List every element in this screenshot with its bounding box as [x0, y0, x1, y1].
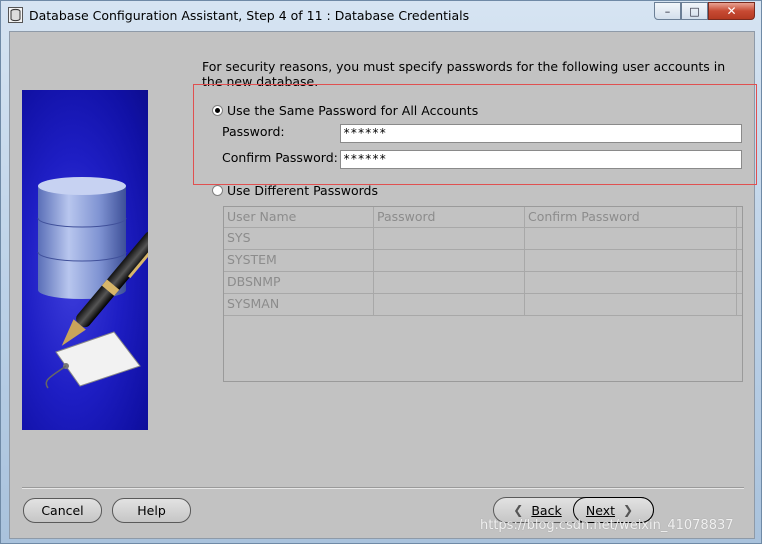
table-row: SYSTEM	[224, 250, 742, 272]
back-label: Back	[531, 502, 562, 518]
password-cell[interactable]	[374, 294, 525, 315]
user-name-cell: DBSNMP	[224, 272, 374, 293]
same-password-option[interactable]: Use the Same Password for All Accounts	[212, 103, 478, 118]
confirm-password-label: Confirm Password:	[222, 150, 338, 165]
database-pen-illustration	[22, 90, 148, 430]
table-row: SYS	[224, 228, 742, 250]
close-button[interactable]: ✕	[708, 2, 755, 20]
minimize-button[interactable]: –	[654, 2, 681, 20]
table-header: User Name Password Confirm Password	[224, 207, 742, 228]
column-header-password: Password	[374, 207, 525, 227]
password-cell[interactable]	[374, 228, 525, 249]
confirm-password-cell[interactable]	[525, 272, 737, 293]
close-icon: ✕	[726, 4, 737, 18]
table-row: SYSMAN	[224, 294, 742, 316]
password-field[interactable]: ******	[340, 124, 742, 143]
database-pen-graphic	[37, 177, 148, 389]
different-passwords-option[interactable]: Use Different Passwords	[212, 183, 378, 198]
watermark-text: https://blog.csdn.net/weixin_41078837	[480, 518, 734, 533]
maximize-button[interactable]: □	[681, 2, 708, 20]
next-label: Next	[585, 502, 616, 518]
minimize-icon: –	[664, 4, 671, 18]
confirm-password-cell[interactable]	[525, 294, 737, 315]
password-label: Password:	[222, 124, 285, 139]
same-password-radio[interactable]	[212, 105, 223, 116]
window-title: Database Configuration Assistant, Step 4…	[29, 8, 470, 23]
user-name-cell: SYS	[224, 228, 374, 249]
password-cell[interactable]	[374, 272, 525, 293]
user-name-cell: SYSMAN	[224, 294, 374, 315]
different-passwords-label: Use Different Passwords	[227, 183, 378, 198]
dialog-content: For security reasons, you must specify p…	[9, 31, 757, 539]
help-button[interactable]: Help	[112, 498, 191, 523]
chevron-left-icon: ❮	[513, 503, 524, 517]
column-header-user-name: User Name	[224, 207, 374, 227]
confirm-password-cell[interactable]	[525, 250, 737, 271]
accounts-table: User Name Password Confirm Password SYS …	[223, 206, 743, 382]
maximize-icon: □	[689, 4, 700, 18]
database-app-icon	[8, 7, 23, 23]
user-name-cell: SYSTEM	[224, 250, 374, 271]
dialog-window: Database Configuration Assistant, Step 4…	[0, 0, 762, 544]
confirm-password-field[interactable]: ******	[340, 150, 742, 169]
title-bar[interactable]: Database Configuration Assistant, Step 4…	[1, 1, 761, 29]
chevron-right-icon: ❯	[623, 503, 634, 517]
different-passwords-radio[interactable]	[212, 185, 223, 196]
same-password-label: Use the Same Password for All Accounts	[227, 103, 479, 118]
table-row: DBSNMP	[224, 272, 742, 294]
cancel-button[interactable]: Cancel	[23, 498, 102, 523]
column-header-confirm-password: Confirm Password	[525, 207, 737, 227]
confirm-password-cell[interactable]	[525, 228, 737, 249]
password-cell[interactable]	[374, 250, 525, 271]
button-separator	[22, 487, 744, 489]
